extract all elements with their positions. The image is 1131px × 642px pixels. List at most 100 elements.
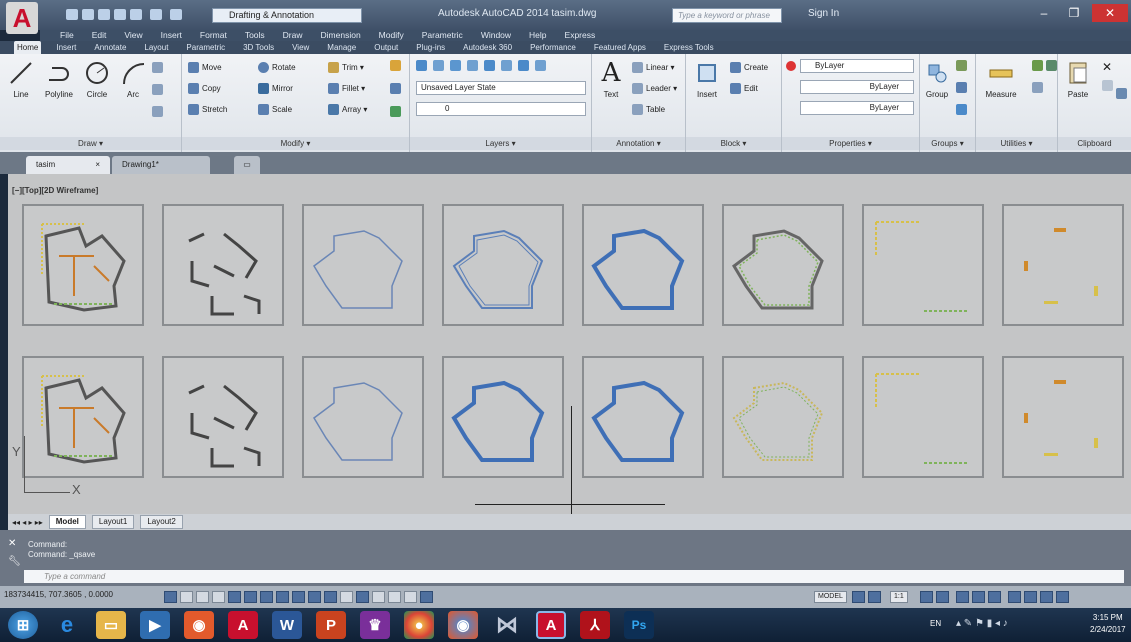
polar-toggle[interactable] bbox=[228, 591, 241, 603]
gradient-icon[interactable] bbox=[152, 106, 163, 117]
menu-express[interactable]: Express bbox=[565, 30, 596, 41]
tab-model[interactable]: Model bbox=[48, 515, 86, 529]
menu-insert[interactable]: Insert bbox=[161, 30, 182, 41]
tab-featured-apps[interactable]: Featured Apps bbox=[591, 41, 649, 54]
layer-dropdown[interactable]: 0 bbox=[416, 102, 586, 116]
ducs-toggle[interactable] bbox=[292, 591, 305, 603]
drawing-frame[interactable] bbox=[1002, 204, 1124, 326]
drawing-frame[interactable] bbox=[862, 204, 984, 326]
workspace-switching-icon[interactable] bbox=[956, 591, 969, 603]
game-icon[interactable]: ♛ bbox=[360, 611, 390, 639]
firefox-icon[interactable]: ◉ bbox=[448, 611, 478, 639]
group-tool[interactable]: Group bbox=[922, 60, 952, 99]
grid-display-toggle[interactable] bbox=[404, 591, 417, 603]
quick-select-icon[interactable] bbox=[1032, 60, 1043, 71]
quick-view-drawings-icon[interactable] bbox=[868, 591, 881, 603]
circle-tool[interactable]: Circle bbox=[78, 60, 116, 99]
annotation-panel-title[interactable]: Annotation ▾ bbox=[592, 137, 685, 150]
drawing-frame[interactable] bbox=[22, 356, 144, 478]
paste-tool[interactable]: Paste bbox=[1060, 60, 1096, 99]
copy-with-base-icon[interactable] bbox=[1115, 88, 1127, 99]
drawing-frame[interactable] bbox=[862, 356, 984, 478]
drawing-frame[interactable] bbox=[722, 204, 844, 326]
erase-icon[interactable] bbox=[390, 60, 401, 71]
properties-panel-title[interactable]: Properties ▾ bbox=[782, 137, 919, 150]
annotation-monitor-toggle[interactable] bbox=[388, 591, 401, 603]
close-tab-icon[interactable]: × bbox=[95, 156, 100, 174]
menu-tools[interactable]: Tools bbox=[245, 30, 265, 41]
autocad-active-icon[interactable]: A bbox=[536, 611, 566, 639]
otrack-toggle[interactable] bbox=[276, 591, 289, 603]
infer-constraints-toggle[interactable] bbox=[164, 591, 177, 603]
grid-toggle[interactable] bbox=[196, 591, 209, 603]
drawing-frame[interactable] bbox=[302, 204, 424, 326]
clean-screen-icon[interactable] bbox=[1040, 591, 1053, 603]
groups-panel-title[interactable]: Groups ▾ bbox=[920, 137, 975, 150]
redo-icon[interactable] bbox=[170, 9, 182, 20]
tab-annotate[interactable]: Annotate bbox=[91, 41, 129, 54]
text-tool[interactable]: A Text bbox=[592, 58, 630, 99]
viewport-controls-label[interactable]: [−][Top][2D Wireframe] bbox=[12, 186, 98, 195]
workspace-dropdown[interactable]: Drafting & Annotation bbox=[212, 8, 362, 23]
block-panel-title[interactable]: Block ▾ bbox=[686, 137, 781, 150]
tab-plug-ins[interactable]: Plug-ins bbox=[413, 41, 448, 54]
tab-autodesk-360[interactable]: Autodesk 360 bbox=[460, 41, 515, 54]
isolate-objects-icon[interactable] bbox=[1008, 591, 1021, 603]
acrobat-icon[interactable]: ⅄ bbox=[580, 611, 610, 639]
drawing-frame[interactable] bbox=[582, 204, 704, 326]
clock[interactable]: 3:15 PM 2/24/2017 bbox=[1090, 612, 1126, 636]
calculator-icon[interactable] bbox=[1045, 60, 1057, 71]
tab-parametric[interactable]: Parametric bbox=[183, 41, 228, 54]
stretch-tool[interactable]: Stretch bbox=[188, 102, 227, 116]
menu-edit[interactable]: Edit bbox=[92, 30, 107, 41]
lock-icon[interactable] bbox=[972, 591, 985, 603]
tab-insert[interactable]: Insert bbox=[53, 41, 79, 54]
menu-format[interactable]: Format bbox=[200, 30, 227, 41]
dyn-toggle[interactable] bbox=[308, 591, 321, 603]
save-icon[interactable] bbox=[98, 9, 110, 20]
menu-parametric[interactable]: Parametric bbox=[422, 30, 463, 41]
drawing-frame[interactable] bbox=[442, 356, 564, 478]
minimize-button[interactable]: – bbox=[1030, 4, 1058, 22]
copy-clip-icon[interactable] bbox=[1102, 80, 1113, 91]
menu-dimension[interactable]: Dimension bbox=[321, 30, 361, 41]
table-tool[interactable]: Table bbox=[632, 102, 665, 116]
insert-block-tool[interactable]: Insert bbox=[688, 60, 726, 99]
dynamic-ucs-toggle[interactable] bbox=[420, 591, 433, 603]
status-bar-menu-icon[interactable] bbox=[1024, 591, 1037, 603]
tab-output[interactable]: Output bbox=[371, 41, 401, 54]
menu-help[interactable]: Help bbox=[529, 30, 546, 41]
menu-view[interactable]: View bbox=[124, 30, 142, 41]
tray-icons[interactable]: ▴ ✎ ⚑ ▮ ◂ ♪ bbox=[956, 618, 1008, 629]
tab-home[interactable]: Home bbox=[14, 41, 42, 54]
language-indicator[interactable]: EN bbox=[930, 619, 941, 628]
open-icon[interactable] bbox=[82, 9, 94, 20]
menu-window[interactable]: Window bbox=[481, 30, 511, 41]
array-tool[interactable]: Array ▾ bbox=[328, 102, 367, 116]
snap-mode-toggle[interactable] bbox=[180, 591, 193, 603]
layer-properties-icon[interactable] bbox=[416, 60, 427, 71]
fillet-tool[interactable]: Fillet ▾ bbox=[328, 81, 365, 95]
powerpoint-icon[interactable]: P bbox=[316, 611, 346, 639]
auto-scale-icon[interactable] bbox=[936, 591, 949, 603]
color-dropdown[interactable]: ByLayer bbox=[800, 59, 914, 73]
modify-panel-title[interactable]: Modify ▾ bbox=[182, 137, 409, 150]
leader-tool[interactable]: Leader ▾ bbox=[632, 81, 677, 95]
hardware-acceleration-icon[interactable] bbox=[988, 591, 1001, 603]
file-explorer-icon[interactable]: ▭ bbox=[96, 611, 126, 639]
photoshop-icon[interactable]: Ps bbox=[624, 611, 654, 639]
tab-layout1[interactable]: Layout1 bbox=[91, 515, 135, 529]
file-tab-tasim[interactable]: tasim × bbox=[26, 156, 110, 174]
id-point-icon[interactable] bbox=[1032, 82, 1043, 93]
group-edit-icon[interactable] bbox=[956, 82, 967, 93]
customize-icon[interactable] bbox=[1056, 591, 1069, 603]
drawing-frame[interactable] bbox=[162, 356, 284, 478]
autocad-taskbar-icon[interactable]: A bbox=[228, 611, 258, 639]
paint-icon[interactable]: ◉ bbox=[184, 611, 214, 639]
annotation-scale[interactable]: 1:1 bbox=[890, 591, 908, 603]
layer-state-dropdown[interactable]: Unsaved Layer State bbox=[416, 81, 586, 95]
annotation-visibility-icon[interactable] bbox=[920, 591, 933, 603]
selection-cycling-toggle[interactable] bbox=[372, 591, 385, 603]
group-select-icon[interactable] bbox=[956, 104, 967, 115]
tab-performance[interactable]: Performance bbox=[527, 41, 579, 54]
